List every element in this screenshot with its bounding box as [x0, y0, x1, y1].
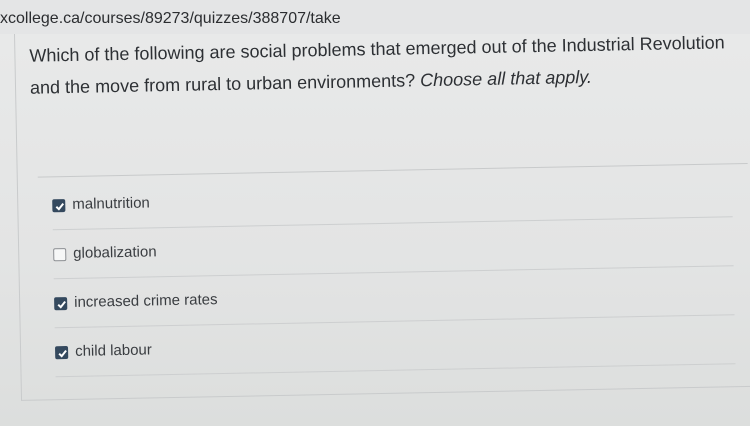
checkbox-malnutrition[interactable] — [52, 199, 66, 213]
checkmark-icon — [58, 349, 67, 358]
quiz-page: xcollege.ca/courses/89273/quizzes/388707… — [0, 0, 750, 426]
option-label: increased crime rates — [74, 291, 218, 311]
question-text: Which of the following are social proble… — [29, 26, 730, 103]
question-card: Which of the following are social proble… — [14, 19, 750, 401]
checkbox-globalization[interactable] — [53, 248, 67, 262]
question-hint: Choose all that apply. — [419, 66, 593, 91]
url-text[interactable]: xcollege.ca/courses/89273/quizzes/388707… — [0, 10, 341, 28]
option-label: child labour — [74, 341, 152, 360]
checkbox-increased-crime-rates[interactable] — [54, 297, 68, 311]
question-body: Which of the following are social proble… — [29, 32, 725, 98]
checkmark-icon — [55, 202, 65, 211]
option-label: malnutrition — [72, 194, 150, 213]
checkmark-icon — [57, 300, 66, 309]
option-label: globalization — [73, 243, 157, 262]
checkbox-child-labour[interactable] — [55, 346, 69, 360]
